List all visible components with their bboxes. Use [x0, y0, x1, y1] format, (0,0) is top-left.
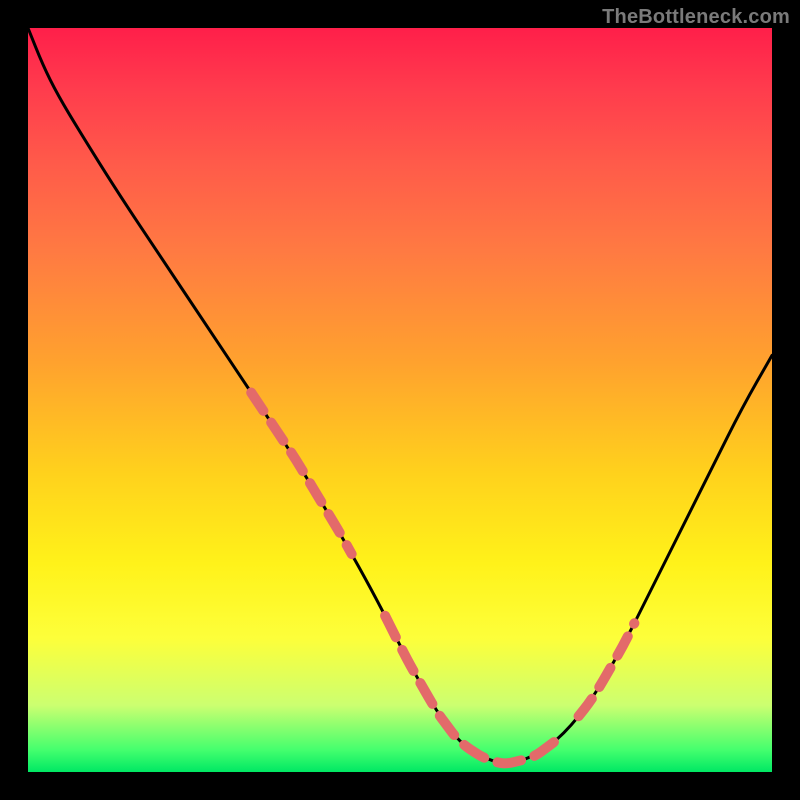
chart-frame: TheBottleneck.com: [0, 0, 800, 800]
dash-segment-right: [579, 623, 635, 716]
dash-segment-valley: [385, 616, 555, 764]
watermark-label: TheBottleneck.com: [602, 6, 790, 29]
plot-area: [28, 28, 772, 772]
curve-svg: [28, 28, 772, 772]
